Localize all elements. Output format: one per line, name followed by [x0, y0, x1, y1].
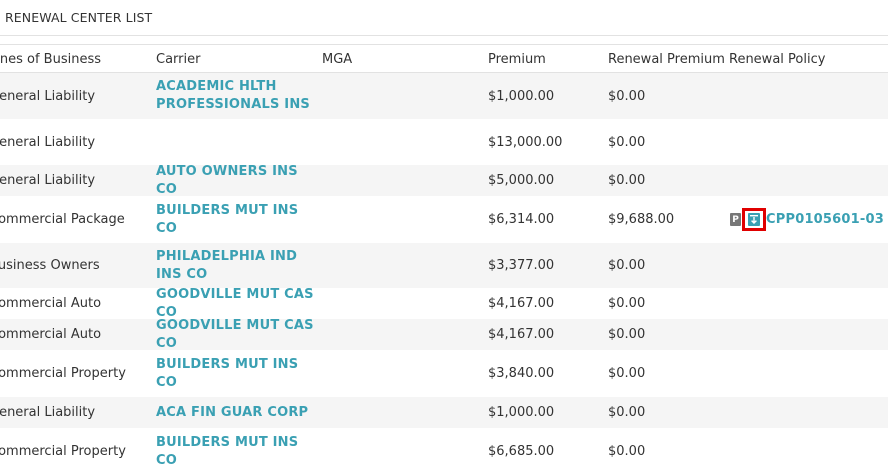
document-icon [748, 213, 760, 226]
cell-carrier: GOODVILLE MUT CAS CO [156, 317, 316, 353]
carrier-link[interactable]: BUILDERS MUT INS CO [156, 356, 316, 392]
column-header-renewal-policy[interactable]: Renewal Policy [729, 52, 825, 67]
table-row[interactable]: Commercial Auto GOODVILLE MUT CAS CO $4,16… [0, 287, 888, 320]
table-row[interactable]: Commercial Auto GOODVILLE MUT CAS CO $4,16… [0, 317, 888, 353]
cell-carrier: BUILDERS MUT INS CO [156, 350, 316, 397]
cell-renewal-policy: P CPP0105601-03 [730, 196, 884, 243]
column-header-premium[interactable]: Premium [488, 52, 546, 67]
carrier-link[interactable]: AUTO OWNERS INS CO [156, 163, 316, 199]
cell-renewal-premium: $0.00 [608, 134, 646, 150]
carrier-link[interactable]: ACADEMIC HLTH PROFESSIONALS INS [156, 78, 316, 114]
cell-renewal-premium: $0.00 [608, 173, 646, 188]
cell-carrier: PHILADELPHIA IND INS CO [156, 243, 316, 288]
table-header: Lines of Business Carrier MGA Premium Re… [0, 44, 888, 73]
table-row[interactable]: Commercial Property BUILDERS MUT INS CO $6… [0, 428, 888, 475]
panel-title: RENEWAL CENTER LIST [5, 10, 153, 25]
cell-carrier [156, 119, 316, 165]
column-header-carrier[interactable]: Carrier [156, 52, 200, 67]
carrier-link[interactable]: GOODVILLE MUT CAS CO [156, 317, 316, 353]
cell-premium: $5,000.00 [488, 173, 555, 188]
carrier-link[interactable]: ACA FIN GUAR CORP [156, 404, 308, 422]
table-row[interactable]: Business Owners PHILADELPHIA IND INS CO $3… [0, 243, 888, 288]
table-row[interactable]: General Liability AUTO OWNERS INS CO $5,00… [0, 163, 888, 199]
table-body: General Liability ACADEMIC HLTH PROFESSIO… [0, 73, 888, 475]
document-icon-button[interactable] [742, 208, 766, 231]
cell-renewal-premium: $0.00 [608, 296, 646, 311]
cell-premium: $1,000.00 [488, 88, 555, 104]
cell-line-of-business: Business Owners [0, 258, 100, 273]
cell-line-of-business: General Liability [0, 173, 96, 188]
table-row[interactable]: General Liability ACADEMIC HLTH PROFESSIO… [0, 73, 888, 119]
cell-renewal-premium: $0.00 [608, 327, 646, 342]
panel-header: RENEWAL CENTER LIST [0, 0, 888, 36]
cell-premium: $6,685.00 [488, 444, 555, 459]
cell-line-of-business: Commercial Package [0, 212, 125, 227]
cell-premium: $13,000.00 [488, 134, 563, 150]
column-header-mga[interactable]: MGA [322, 52, 352, 67]
cell-premium: $6,314.00 [488, 212, 555, 227]
cell-carrier: ACA FIN GUAR CORP [156, 397, 316, 428]
cell-carrier: BUILDERS MUT INS CO [156, 196, 316, 243]
cell-line-of-business: Commercial Property [0, 444, 126, 459]
table-row[interactable]: Commercial Package BUILDERS MUT INS CO $6,… [0, 196, 888, 243]
carrier-link[interactable]: PHILADELPHIA IND INS CO [156, 248, 316, 284]
cell-line-of-business: Commercial Auto [0, 327, 102, 342]
column-header-line-of-business[interactable]: Lines of Business [0, 52, 101, 67]
cell-premium: $4,167.00 [488, 296, 555, 311]
cell-carrier: BUILDERS MUT INS CO [156, 428, 316, 475]
cell-renewal-premium: $0.00 [608, 88, 646, 104]
renewal-table: Lines of Business Carrier MGA Premium Re… [0, 44, 888, 475]
cell-carrier: GOODVILLE MUT CAS CO [156, 287, 316, 320]
cell-line-of-business: Commercial Auto [0, 296, 102, 311]
column-header-renewal-premium[interactable]: Renewal Premium [608, 52, 725, 67]
table-row[interactable]: Commercial Property BUILDERS MUT INS CO $3… [0, 350, 888, 397]
cell-premium: $1,000.00 [488, 405, 555, 420]
cell-line-of-business: General Liability [0, 405, 96, 420]
renewal-policy-link[interactable]: CPP0105601-03 [766, 212, 884, 227]
carrier-link[interactable]: BUILDERS MUT INS CO [156, 202, 316, 238]
cell-carrier: ACADEMIC HLTH PROFESSIONALS INS [156, 73, 316, 119]
carrier-link[interactable]: BUILDERS MUT INS CO [156, 434, 316, 470]
cell-carrier: AUTO OWNERS INS CO [156, 163, 316, 199]
cell-premium: $3,840.00 [488, 366, 555, 381]
cell-premium: $3,377.00 [488, 258, 555, 273]
table-row[interactable]: General Liability $13,000.00 $0.00 [0, 119, 888, 165]
cell-renewal-premium: $0.00 [608, 258, 646, 273]
cell-premium: $4,167.00 [488, 327, 555, 342]
table-row[interactable]: General Liability ACA FIN GUAR CORP $1,000… [0, 397, 888, 428]
cell-line-of-business: General Liability [0, 88, 96, 104]
cell-renewal-premium: $0.00 [608, 444, 646, 459]
cell-renewal-premium: $9,688.00 [608, 212, 675, 227]
cell-line-of-business: Commercial Property [0, 366, 126, 381]
cell-renewal-premium: $0.00 [608, 405, 646, 420]
cell-line-of-business: General Liability [0, 134, 96, 150]
cell-renewal-premium: $0.00 [608, 366, 646, 381]
policy-type-badge: P [730, 213, 741, 226]
